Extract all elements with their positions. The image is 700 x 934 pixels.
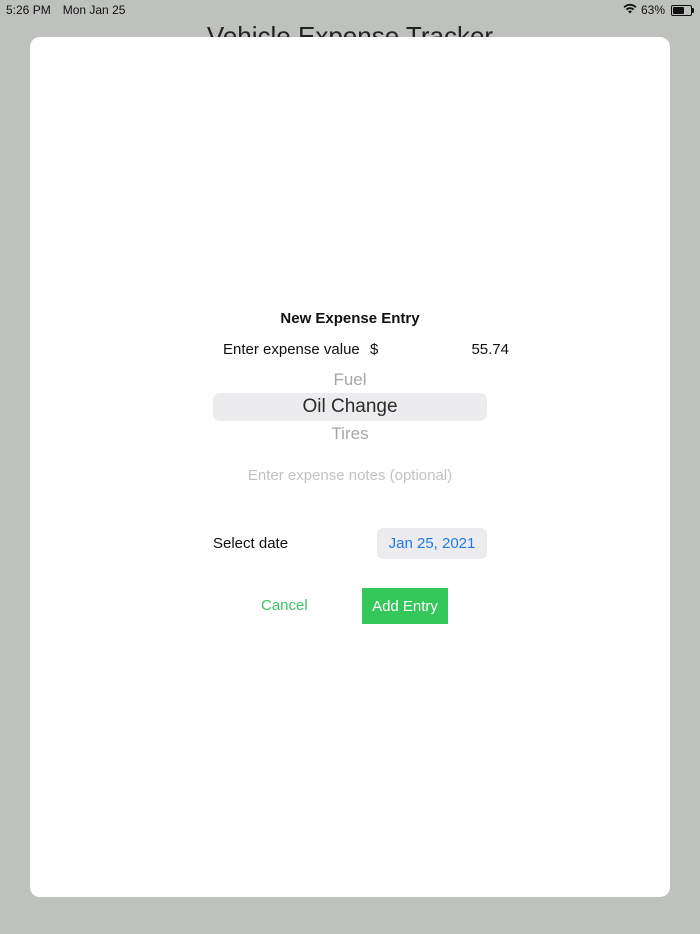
date-picker-button[interactable]: Jan 25, 2021 [377, 528, 487, 559]
battery-icon [671, 4, 694, 16]
form-title: New Expense Entry [280, 310, 420, 327]
battery-percent: 63% [640, 3, 665, 17]
picker-option-tires[interactable]: Tires [213, 424, 487, 444]
expense-value-label: Enter expense value [223, 341, 360, 358]
status-left: 5:26 PM Mon Jan 25 [6, 3, 125, 17]
status-time: 5:26 PM [6, 3, 51, 17]
screen: 5:26 PM Mon Jan 25 63% Vehicle Expense T… [0, 0, 700, 934]
status-right: 63% [623, 3, 694, 17]
add-entry-button[interactable]: Add Entry [362, 588, 448, 624]
date-label: Select date [213, 535, 289, 552]
cancel-button[interactable]: Cancel [261, 597, 308, 614]
category-picker[interactable]: Fuel Oil Change Tires [213, 367, 487, 449]
currency-symbol: $ [370, 341, 379, 358]
expense-value-input[interactable]: 55.74 [471, 341, 509, 358]
wifi-icon [623, 3, 637, 17]
status-bar: 5:26 PM Mon Jan 25 63% [0, 0, 700, 20]
picker-option-oil-change[interactable]: Oil Change [213, 396, 487, 418]
app-title: Vehicle Expense Tracker [206, 21, 494, 37]
expense-notes-input[interactable]: Enter expense notes (optional) [30, 467, 670, 484]
date-row: Select date Jan 25, 2021 [213, 528, 487, 559]
new-expense-sheet: New Expense Entry Enter expense value $ … [30, 37, 670, 897]
picker-option-fuel[interactable]: Fuel [213, 370, 487, 390]
battery-level [673, 6, 684, 14]
status-date: Mon Jan 25 [62, 3, 126, 17]
